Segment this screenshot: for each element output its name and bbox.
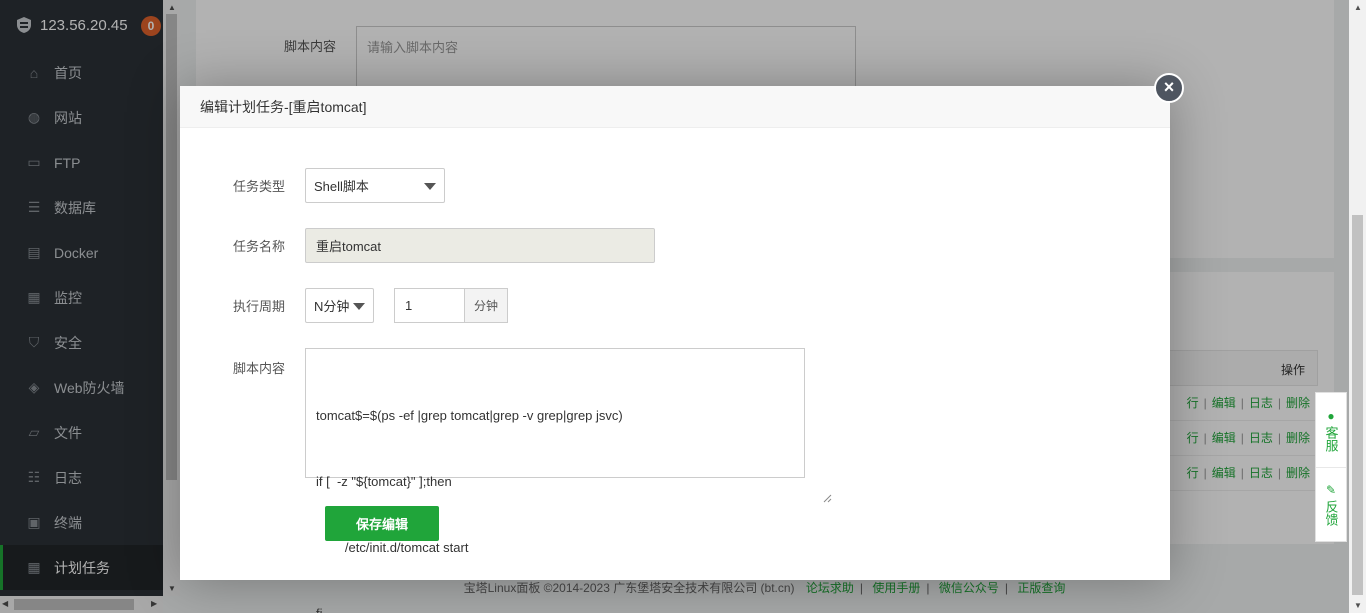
script-line: if [ -z "${tomcat}" ];then bbox=[316, 474, 452, 489]
period-row: 执行周期 N分钟 1 分钟 bbox=[180, 288, 508, 323]
task-name-label: 任务名称 bbox=[232, 239, 285, 254]
chevron-down-icon bbox=[424, 183, 436, 190]
task-type-select[interactable]: Shell脚本 bbox=[305, 168, 445, 203]
chevron-down-icon bbox=[353, 303, 365, 310]
close-icon[interactable]: × bbox=[1154, 73, 1184, 103]
floating-buttons: ● 客服 ✎ 反馈 bbox=[1315, 392, 1347, 542]
customer-service-button[interactable]: ● 客服 bbox=[1316, 393, 1346, 467]
script-textarea[interactable]: tomcat$=$(ps -ef |grep tomcat|grep -v gr… bbox=[305, 348, 832, 613]
task-type-label: 任务类型 bbox=[232, 179, 285, 194]
script-label: 脚本内容 bbox=[232, 361, 285, 376]
scroll-down-icon[interactable]: ▼ bbox=[1354, 601, 1362, 610]
task-name-input[interactable]: 重启tomcat bbox=[305, 228, 655, 263]
task-name-row: 任务名称 重启tomcat bbox=[180, 228, 655, 263]
period-value: N分钟 bbox=[314, 299, 350, 314]
save-button[interactable]: 保存编辑 bbox=[325, 506, 439, 541]
edit-icon: ✎ bbox=[1325, 483, 1337, 497]
period-label: 执行周期 bbox=[232, 299, 285, 314]
feedback-button[interactable]: ✎ 反馈 bbox=[1316, 467, 1346, 541]
script-row: 脚本内容 tomcat$=$(ps -ef |grep tomcat|grep … bbox=[180, 348, 832, 613]
task-type-row: 任务类型 Shell脚本 bbox=[180, 168, 445, 203]
scroll-up-icon[interactable]: ▲ bbox=[1354, 3, 1362, 12]
period-unit: 分钟 bbox=[464, 288, 508, 323]
service-icon: ● bbox=[1327, 408, 1335, 423]
task-type-value: Shell脚本 bbox=[314, 179, 369, 194]
main-scrollbar[interactable]: ▲ ▼ bbox=[1349, 0, 1366, 613]
period-number-input[interactable]: 1 bbox=[394, 288, 464, 323]
main-scroll-thumb[interactable] bbox=[1352, 215, 1363, 595]
service-label: 客服 bbox=[1323, 425, 1339, 452]
period-select[interactable]: N分钟 bbox=[305, 288, 374, 323]
script-line: fi bbox=[316, 603, 794, 613]
modal-title: 编辑计划任务-[重启tomcat] bbox=[180, 86, 1170, 128]
edit-task-modal: 编辑计划任务-[重启tomcat] 任务类型 Shell脚本 任务名称 重启to… bbox=[180, 86, 1170, 613]
feedback-label: 反馈 bbox=[1323, 500, 1339, 526]
script-line: tomcat$=$(ps -ef |grep tomcat|grep -v gr… bbox=[316, 408, 623, 423]
resize-grip-icon[interactable] bbox=[793, 466, 832, 503]
